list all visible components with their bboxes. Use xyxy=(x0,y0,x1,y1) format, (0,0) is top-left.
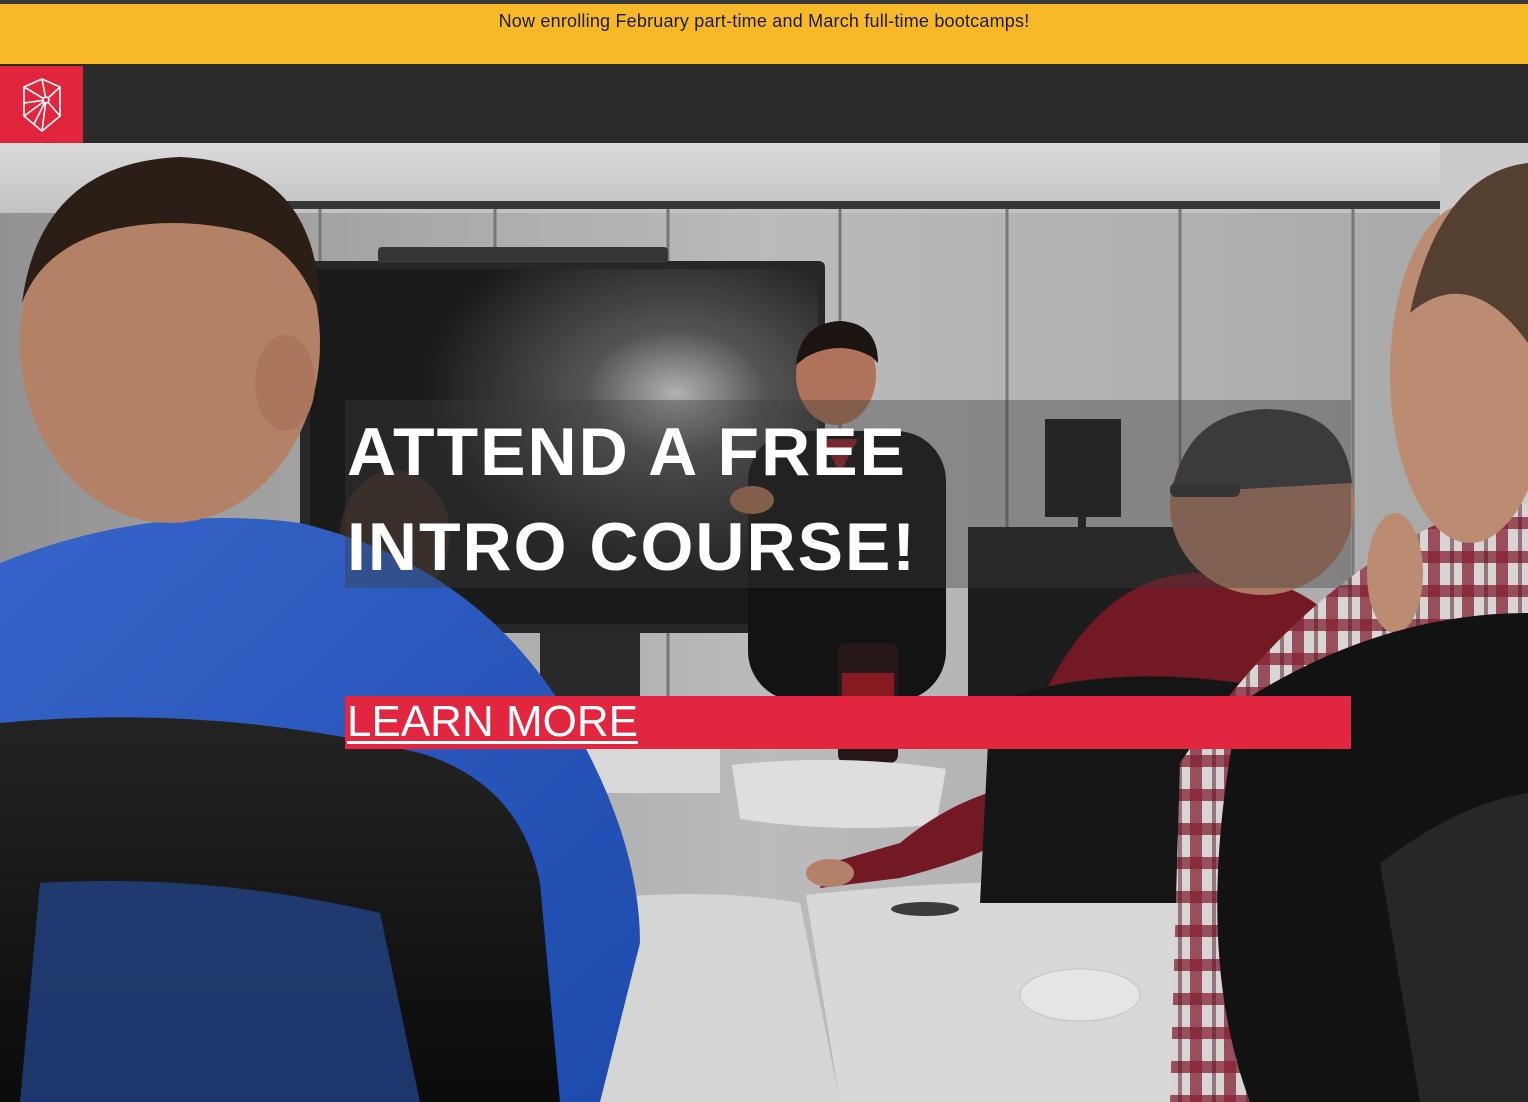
hero-headline-line1: ATTEND A FREE xyxy=(347,414,907,490)
learn-more-link[interactable]: LEARN MORE xyxy=(347,698,638,746)
hero-section: ATTEND A FREE INTRO COURSE! LEARN MORE xyxy=(0,143,1528,1102)
hero-headline-line2: INTRO COURSE! xyxy=(347,509,917,585)
logo[interactable] xyxy=(0,66,83,143)
announcement-text: Now enrolling February part-time and Mar… xyxy=(498,11,1030,31)
hero-background-photo xyxy=(0,143,1528,1102)
navbar xyxy=(0,64,1528,143)
geometric-hexagon-logo-icon xyxy=(22,77,61,132)
announcement-bar: Now enrolling February part-time and Mar… xyxy=(0,4,1528,64)
hero-headline: ATTEND A FREE INTRO COURSE! xyxy=(347,405,1247,595)
